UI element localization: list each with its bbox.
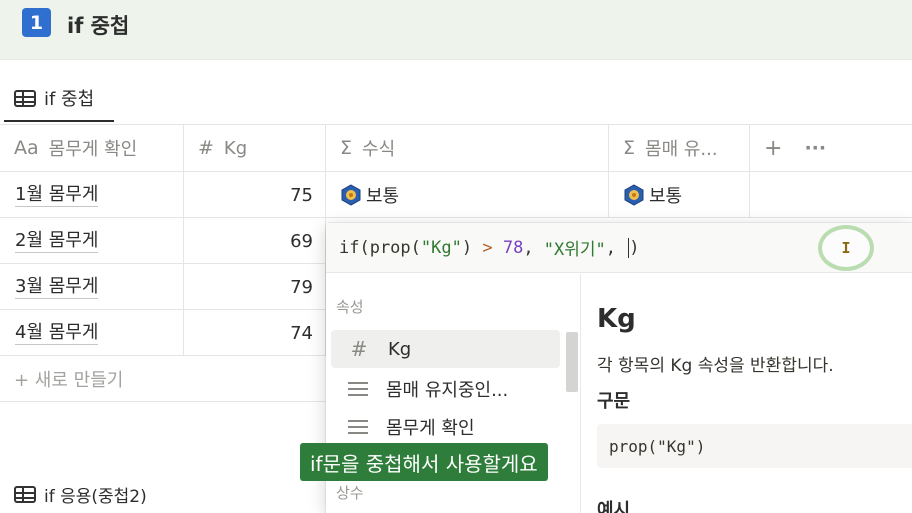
doc-title: Kg <box>597 304 636 334</box>
column-header-label: 수식 <box>362 139 396 160</box>
text-lines-icon <box>348 382 368 396</box>
row-kg-cell[interactable]: 75 <box>184 172 326 218</box>
row-formula2-cell[interactable]: 보통 <box>609 172 750 218</box>
tab-label: if 중첩 <box>44 89 95 110</box>
row-formula-cell[interactable]: 보통 <box>326 172 609 218</box>
column-header-label: 몸매 유... <box>645 139 718 160</box>
page-header: 1 if 중첩 <box>0 0 912 60</box>
table-row[interactable]: 1월 몸무게 75 보통 보통 <box>0 171 912 218</box>
column-header-name[interactable]: Aa 몸무게 확인 <box>0 125 184 171</box>
row-name-cell[interactable]: 1월 몸무게 <box>0 172 184 218</box>
row-name-cell[interactable]: 3월 몸무게 <box>0 264 184 310</box>
new-row-button[interactable]: + 새로 만들기 <box>14 366 123 392</box>
suggestion-item-name[interactable]: 몸무게 확인 <box>331 408 560 446</box>
hexagon-badge-icon <box>341 184 361 206</box>
formula-string-token: "X위기" <box>543 240 606 260</box>
row-name-cell[interactable]: 4월 몸무게 <box>0 310 184 356</box>
formula-token: ) <box>461 237 483 258</box>
formula-token: if(prop( <box>339 237 421 258</box>
formula-result: 보통 <box>366 186 400 207</box>
column-header-formula-2[interactable]: Σ 몸매 유... <box>609 125 750 171</box>
row-name: 4월 몸무게 <box>15 321 99 345</box>
number-property-icon: # <box>198 137 214 159</box>
database-label: if 응용(중첩2) <box>44 487 147 507</box>
doc-syntax-heading: 구문 <box>597 391 631 412</box>
linked-database-title[interactable]: if 응용(중첩2) <box>14 482 147 507</box>
text-cursor-icon: I <box>841 239 851 257</box>
formula-operator-token: > <box>482 237 493 258</box>
number-property-icon: # <box>350 337 368 361</box>
suggestion-label: Kg <box>388 338 412 360</box>
active-tab-indicator <box>4 120 114 122</box>
more-options-button[interactable]: ··· <box>804 137 826 159</box>
formula-result: 보통 <box>649 186 683 207</box>
table-icon <box>14 486 36 503</box>
doc-example-heading: 예시 <box>597 500 631 513</box>
formula-token <box>493 238 503 258</box>
formula-token: , <box>605 237 627 258</box>
add-column-button[interactable]: + <box>764 136 782 161</box>
row-name: 3월 몸무게 <box>15 275 99 299</box>
number-one-icon: 1 <box>22 8 51 37</box>
row-kg-cell[interactable]: 79 <box>184 264 326 310</box>
tab-table-view[interactable]: if 중첩 <box>14 84 94 112</box>
page-title[interactable]: if 중첩 <box>67 10 129 40</box>
formula-token: ) <box>629 237 640 258</box>
row-name-cell[interactable]: 2월 몸무게 <box>0 218 184 264</box>
row-kg-cell[interactable]: 69 <box>184 218 326 264</box>
row-name: 1월 몸무게 <box>15 183 99 207</box>
formula-number-token: 78 <box>502 237 524 258</box>
column-header-label: 몸무게 확인 <box>48 139 138 160</box>
documentation-panel: Kg 각 항목의 Kg 속성을 반환합니다. 구문 prop("Kg") 예시 <box>581 274 912 513</box>
table-icon <box>14 89 36 107</box>
suggestion-item-formula[interactable]: 몸매 유지중인... <box>331 370 560 408</box>
doc-description: 각 항목의 Kg 속성을 반환합니다. <box>597 356 834 376</box>
column-header-label: Kg <box>223 137 248 159</box>
suggestion-label: 몸매 유지중인... <box>386 380 509 401</box>
formula-string-token: "Kg" <box>420 237 462 258</box>
doc-syntax-code: prop("Kg") <box>597 424 912 468</box>
row-name: 2월 몸무게 <box>15 229 99 253</box>
video-subtitle: if문을 중첩해서 사용할게요 <box>300 443 548 481</box>
formula-token: , <box>523 237 544 258</box>
hexagon-badge-icon <box>624 184 644 206</box>
text-property-icon: Aa <box>14 137 39 159</box>
mouse-cursor-highlight: I <box>818 225 874 271</box>
formula-property-icon: Σ <box>340 137 353 159</box>
row-kg-cell[interactable]: 74 <box>184 310 326 356</box>
scrollbar-thumb[interactable] <box>566 332 578 392</box>
section-label-constants: 상수 <box>336 484 364 502</box>
formula-property-icon: Σ <box>623 137 636 159</box>
suggestion-label: 몸무게 확인 <box>386 418 475 439</box>
text-lines-icon <box>348 420 368 434</box>
section-label-properties: 속성 <box>336 298 364 316</box>
table-bottom-border <box>0 401 326 402</box>
column-header-actions: + ··· <box>750 125 912 171</box>
column-header-formula[interactable]: Σ 수식 <box>326 125 609 171</box>
column-header-kg[interactable]: # Kg <box>184 125 326 171</box>
suggestion-item-kg[interactable]: # Kg <box>331 330 560 368</box>
